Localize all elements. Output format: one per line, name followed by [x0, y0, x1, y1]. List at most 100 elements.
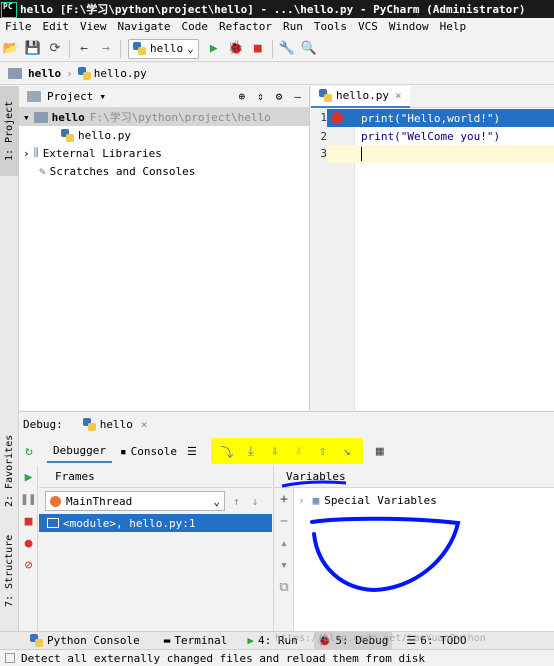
- step-over-icon[interactable]: ⤓: [239, 440, 263, 462]
- debug-bug-icon[interactable]: 🐞: [225, 38, 247, 60]
- code-line[interactable]: 2 print("WelCome you!"): [311, 127, 554, 145]
- menu-edit[interactable]: Edit: [43, 20, 70, 33]
- tree-root[interactable]: ▾ hello F:\学习\python\project\hello: [19, 108, 309, 126]
- menu-run[interactable]: Run: [283, 20, 303, 33]
- tab-python-console[interactable]: Python Console: [30, 634, 140, 647]
- frame-down-icon[interactable]: ↓: [252, 495, 259, 508]
- status-toggle-icon[interactable]: [5, 653, 15, 663]
- menu-file[interactable]: File: [5, 20, 32, 33]
- close-icon[interactable]: ×: [141, 418, 148, 431]
- tab-console-label: Console: [130, 444, 177, 458]
- move-down-icon[interactable]: ▾: [274, 554, 294, 576]
- folder-icon: [8, 68, 22, 79]
- run-to-cursor-icon[interactable]: ↘: [335, 440, 359, 462]
- menu-view[interactable]: View: [80, 20, 107, 33]
- special-variables-row[interactable]: › ▦ Special Variables: [298, 491, 437, 509]
- search-icon[interactable]: 🔍: [298, 38, 320, 60]
- code-line[interactable]: 3: [311, 145, 554, 163]
- tree-item-label: Scratches and Consoles: [49, 164, 196, 178]
- mute-breakpoints-icon[interactable]: ⊘: [19, 554, 38, 576]
- tab-console[interactable]: Console: [131, 445, 177, 458]
- menu-vcs[interactable]: VCS: [358, 20, 378, 33]
- view-breakpoints-icon[interactable]: ●: [19, 532, 38, 554]
- menu-code[interactable]: Code: [181, 20, 208, 33]
- tab-debugger[interactable]: Debugger: [47, 440, 112, 463]
- step-out-icon[interactable]: ⇧: [311, 440, 335, 462]
- tree-item-scratches[interactable]: ✎ Scratches and Consoles: [19, 162, 309, 180]
- menu-navigate[interactable]: Navigate: [118, 20, 171, 33]
- stop-icon[interactable]: ■: [247, 38, 269, 60]
- tab-favorites[interactable]: 2: Favorites: [0, 426, 19, 516]
- frames-header: Frames: [39, 466, 272, 488]
- menu-help[interactable]: Help: [440, 20, 467, 33]
- editor-tab-hello-py[interactable]: hello.py ×: [311, 85, 410, 108]
- frame-row[interactable]: <module>, hello.py:1: [39, 514, 272, 532]
- python-icon: [82, 417, 96, 431]
- rerun-icon[interactable]: ↻: [19, 440, 39, 462]
- menu-window[interactable]: Window: [389, 20, 429, 33]
- menu-refactor[interactable]: Refactor: [219, 20, 272, 33]
- code-line[interactable]: 1 print("Hello,world!"): [311, 109, 554, 127]
- chevron-right-icon: ›: [66, 67, 73, 80]
- tab-structure[interactable]: 7: Structure: [0, 526, 19, 616]
- tab-python-console-label: Python Console: [47, 634, 140, 647]
- remove-watch-icon[interactable]: −: [274, 510, 294, 532]
- run-config-select[interactable]: hello ⌄: [128, 38, 199, 59]
- back-arrow-icon[interactable]: ←: [73, 38, 95, 60]
- add-watch-icon[interactable]: +: [274, 488, 294, 510]
- pause-icon[interactable]: ❚❚: [19, 488, 38, 510]
- forward-arrow-icon[interactable]: →: [95, 38, 117, 60]
- breakpoint-icon[interactable]: [331, 112, 343, 124]
- debug-label: Debug:: [23, 417, 63, 431]
- line-number: 2: [320, 129, 327, 143]
- step-into-my-code-icon[interactable]: ⇩: [287, 440, 311, 462]
- library-icon: ⫼: [33, 146, 39, 159]
- move-up-icon[interactable]: ▴: [274, 532, 294, 554]
- step-into-icon[interactable]: ⇩: [263, 440, 287, 462]
- line-number: 3: [311, 145, 327, 163]
- show-execution-point-icon[interactable]: ⤵: [215, 440, 239, 462]
- tree-item-hello-py[interactable]: hello.py: [19, 126, 309, 144]
- evaluate-expression-icon[interactable]: ▦: [369, 440, 391, 462]
- save-icon[interactable]: 💾: [22, 38, 44, 60]
- breadcrumb-project[interactable]: hello: [28, 67, 61, 80]
- debug-config-name[interactable]: hello: [100, 418, 133, 431]
- text-caret: [361, 147, 362, 161]
- gear-icon[interactable]: ⚙: [276, 90, 283, 103]
- collapse-icon[interactable]: ⇕: [257, 90, 264, 103]
- open-folder-icon[interactable]: 📂: [0, 38, 22, 60]
- chevron-down-icon: ⌄: [187, 42, 194, 55]
- tab-terminal[interactable]: ▬ Terminal: [164, 634, 228, 647]
- breadcrumb-file[interactable]: hello.py: [94, 67, 147, 80]
- pycharm-logo-icon: PC: [1, 1, 17, 18]
- debug-panel: Debug: hello × ↻ Debugger ▪ Console ☰ ⤵ …: [19, 411, 554, 632]
- tree-root-path: F:\学习\python\project\hello: [89, 111, 271, 124]
- special-variables-label: Special Variables: [324, 493, 437, 507]
- close-icon[interactable]: ×: [395, 89, 402, 102]
- copy-icon[interactable]: ⧉: [274, 576, 294, 598]
- variables-side-toolbar: + − ▴ ▾ ⧉: [274, 488, 294, 632]
- tree-item-external-libraries[interactable]: › ⫼ External Libraries: [19, 144, 309, 162]
- menu-tools[interactable]: Tools: [314, 20, 347, 33]
- thread-icon: [50, 495, 61, 507]
- sync-icon[interactable]: ⟳: [44, 38, 66, 60]
- menu-lines-icon[interactable]: ☰: [187, 445, 197, 458]
- frame-up-icon[interactable]: ↑: [233, 495, 240, 508]
- chevron-down-icon[interactable]: ▾: [99, 90, 106, 103]
- stop-icon[interactable]: ■: [19, 510, 38, 532]
- locate-icon[interactable]: ⊕: [239, 90, 246, 103]
- hide-icon[interactable]: —: [294, 90, 301, 103]
- variables-grid-icon: ▦: [312, 493, 320, 507]
- project-view-icon: [27, 91, 41, 102]
- wrench-icon[interactable]: 🔧: [276, 38, 298, 60]
- thread-select[interactable]: MainThread ⌄: [45, 491, 225, 511]
- run-config-label: hello: [150, 42, 184, 55]
- run-icon[interactable]: ▶: [203, 38, 225, 60]
- frame-label: <module>, hello.py:1: [63, 516, 196, 530]
- project-panel-title[interactable]: Project: [47, 90, 93, 103]
- tree-item-label: hello.py: [78, 128, 131, 142]
- python-icon: [30, 634, 43, 647]
- resume-icon[interactable]: ▶: [19, 466, 38, 488]
- thread-row: MainThread ⌄ ↑ ↓: [39, 488, 272, 514]
- tab-project[interactable]: 1: Project: [0, 86, 19, 176]
